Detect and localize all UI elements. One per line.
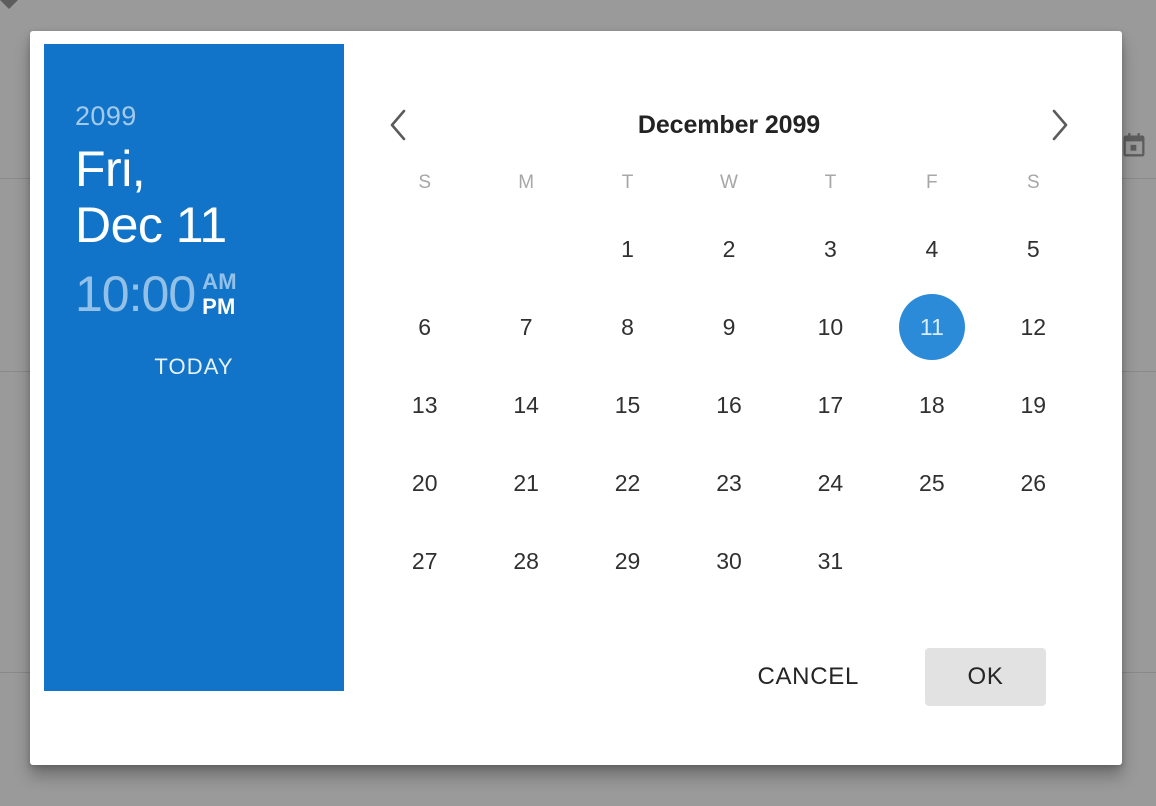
- day-cell-empty: [374, 210, 475, 288]
- day-cell[interactable]: 31: [780, 522, 881, 600]
- summary-time-row: 10:00 AM PM: [75, 266, 237, 322]
- day-cell[interactable]: 18: [881, 366, 982, 444]
- day-cell[interactable]: 23: [678, 444, 779, 522]
- day-number: 21: [513, 469, 539, 496]
- day-cell[interactable]: 22: [577, 444, 678, 522]
- day-grid: 1 2 3 4 5 6 7 8 9 10 11 12 13 14 15 16 17 18 19 20 21 22 23 24 2…: [374, 210, 1084, 600]
- day-number: 13: [411, 391, 438, 418]
- day-cell[interactable]: 24: [780, 444, 881, 522]
- day-cell[interactable]: 16: [678, 366, 779, 444]
- day-cell-empty: [475, 210, 576, 288]
- day-number: 3: [824, 235, 837, 262]
- summary-weekday[interactable]: Fri,: [75, 141, 146, 197]
- day-cell[interactable]: 12: [983, 288, 1084, 366]
- day-cell[interactable]: 2: [678, 210, 779, 288]
- dialog-action-row: CANCEL OK: [374, 644, 1084, 710]
- day-number: 10: [817, 313, 844, 340]
- calendar-header: December 2099: [374, 99, 1084, 151]
- summary-year[interactable]: 2099: [75, 103, 137, 130]
- day-cell[interactable]: 15: [577, 366, 678, 444]
- weekday-label: T: [621, 172, 634, 193]
- day-cell[interactable]: 9: [678, 288, 779, 366]
- day-number: 24: [817, 469, 844, 496]
- day-cell[interactable]: 14: [475, 366, 576, 444]
- day-number: 11: [898, 294, 965, 360]
- day-number: 20: [411, 469, 438, 496]
- weekday-label: M: [518, 172, 535, 193]
- day-number: 26: [1020, 469, 1047, 496]
- caret-down-icon[interactable]: [0, 0, 18, 9]
- weekday-header-row: SMTWTFS: [374, 172, 1084, 194]
- weekday-label: S: [1026, 172, 1040, 193]
- chevron-left-icon[interactable]: [374, 101, 422, 149]
- meridiem-pm-option[interactable]: PM: [202, 294, 237, 319]
- weekday-label: W: [720, 172, 738, 193]
- day-number: 17: [817, 391, 844, 418]
- chevron-right-icon[interactable]: [1036, 101, 1084, 149]
- day-cell[interactable]: 19: [983, 366, 1084, 444]
- day-number: 22: [614, 469, 641, 496]
- day-cell[interactable]: 28: [475, 522, 576, 600]
- day-number: 6: [418, 313, 432, 340]
- day-number: 7: [519, 313, 533, 340]
- day-cell[interactable]: 3: [780, 210, 881, 288]
- ok-button[interactable]: OK: [925, 648, 1046, 706]
- calendar-month-title[interactable]: December 2099: [422, 111, 1036, 140]
- summary-clock[interactable]: 10:00: [75, 266, 196, 322]
- day-cell[interactable]: 7: [475, 288, 576, 366]
- weekday-label: T: [824, 172, 837, 193]
- day-number: 23: [716, 469, 742, 496]
- day-number: 28: [513, 547, 539, 574]
- day-number: 1: [621, 235, 634, 262]
- day-cell-selected[interactable]: 11: [881, 288, 982, 366]
- weekday-label: F: [926, 172, 938, 193]
- day-number: 30: [716, 547, 742, 574]
- day-cell[interactable]: 6: [374, 288, 475, 366]
- day-number: 12: [1020, 313, 1047, 340]
- day-cell[interactable]: 4: [881, 210, 982, 288]
- day-number: 5: [1026, 235, 1040, 262]
- day-cell[interactable]: 13: [374, 366, 475, 444]
- day-number: 18: [919, 391, 945, 418]
- day-number: 8: [621, 313, 634, 340]
- day-cell[interactable]: 26: [983, 444, 1084, 522]
- cancel-button[interactable]: CANCEL: [739, 649, 877, 705]
- meridiem-am-option[interactable]: AM: [202, 269, 237, 294]
- day-cell[interactable]: 20: [374, 444, 475, 522]
- day-number: 15: [614, 391, 641, 418]
- day-cell[interactable]: 30: [678, 522, 779, 600]
- day-cell[interactable]: 27: [374, 522, 475, 600]
- day-cell[interactable]: 25: [881, 444, 982, 522]
- weekday-label: S: [418, 172, 432, 193]
- day-cell[interactable]: 21: [475, 444, 576, 522]
- day-cell[interactable]: 8: [577, 288, 678, 366]
- day-cell[interactable]: 10: [780, 288, 881, 366]
- day-number: 16: [716, 391, 742, 418]
- calendar-icon[interactable]: [1120, 132, 1148, 160]
- day-number: 14: [513, 391, 539, 418]
- day-number: 2: [722, 235, 736, 262]
- day-number: 9: [722, 313, 736, 340]
- day-number: 29: [614, 547, 641, 574]
- day-number: 27: [411, 547, 438, 574]
- day-number: 19: [1020, 391, 1047, 418]
- summary-month-day[interactable]: Dec 11: [75, 197, 227, 253]
- day-number: 25: [919, 469, 945, 496]
- day-cell[interactable]: 1: [577, 210, 678, 288]
- calendar-panel: December 2099 SMTWTFS 1 2 3 4 5 6 7 8 9 10 11 12 13 1…: [374, 44, 1084, 724]
- day-number: 31: [817, 547, 844, 574]
- day-cell[interactable]: 17: [780, 366, 881, 444]
- date-summary-panel: 2099 Fri, Dec 11 10:00 AM PM TODAY: [44, 44, 344, 691]
- today-button[interactable]: TODAY: [44, 354, 344, 380]
- day-cell[interactable]: 29: [577, 522, 678, 600]
- day-number: 4: [925, 235, 939, 262]
- day-cell[interactable]: 5: [983, 210, 1084, 288]
- summary-meridiem-toggle: AM PM: [202, 269, 237, 319]
